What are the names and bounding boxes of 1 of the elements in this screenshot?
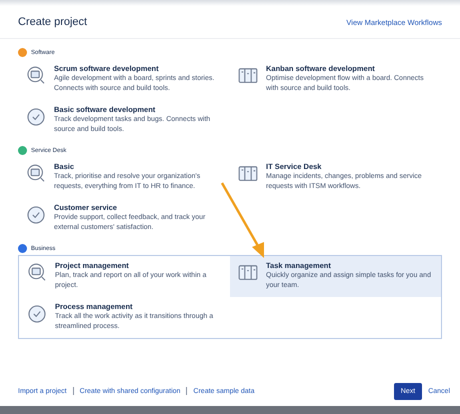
dialog-title: Create project — [18, 16, 88, 28]
